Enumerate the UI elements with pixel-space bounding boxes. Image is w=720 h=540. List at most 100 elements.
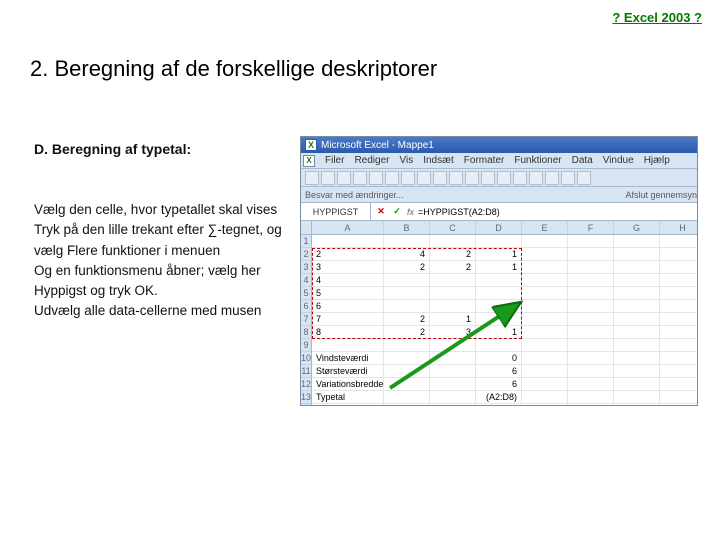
- cancel-formula-icon[interactable]: ✕: [375, 206, 387, 218]
- cell[interactable]: [660, 248, 698, 261]
- row-header[interactable]: 14: [301, 404, 311, 406]
- cell[interactable]: [660, 300, 698, 313]
- cell[interactable]: 2: [430, 248, 476, 261]
- cell[interactable]: [430, 352, 476, 365]
- cell[interactable]: 1: [476, 248, 522, 261]
- cell[interactable]: 2: [384, 326, 430, 339]
- cell[interactable]: [384, 365, 430, 378]
- cell[interactable]: [522, 391, 568, 404]
- cell[interactable]: [476, 313, 522, 326]
- cell[interactable]: [430, 287, 476, 300]
- toolbar-button[interactable]: [401, 171, 415, 185]
- cell[interactable]: [522, 235, 568, 248]
- row-header[interactable]: 4: [301, 274, 311, 287]
- cell[interactable]: [660, 326, 698, 339]
- row-header[interactable]: 2: [301, 248, 311, 261]
- cell[interactable]: [522, 248, 568, 261]
- cell[interactable]: [430, 300, 476, 313]
- cell[interactable]: [522, 313, 568, 326]
- toolbar-button[interactable]: [481, 171, 495, 185]
- cell[interactable]: [568, 287, 614, 300]
- menu-indsaet[interactable]: Indsæt: [423, 155, 454, 166]
- row-header[interactable]: 13: [301, 391, 311, 404]
- row-header[interactable]: 11: [301, 365, 311, 378]
- cell[interactable]: 6: [312, 300, 384, 313]
- cell[interactable]: [430, 365, 476, 378]
- cell[interactable]: [614, 287, 660, 300]
- formula-input[interactable]: =HYPPIGST(A2:D8): [418, 207, 500, 217]
- toolbar-button[interactable]: [385, 171, 399, 185]
- cell[interactable]: [614, 339, 660, 352]
- cell[interactable]: 3: [430, 326, 476, 339]
- cell[interactable]: [430, 274, 476, 287]
- row-header[interactable]: 9: [301, 339, 311, 352]
- cell[interactable]: [522, 274, 568, 287]
- toolbar-button[interactable]: [465, 171, 479, 185]
- excel-2003-link[interactable]: ? Excel 2003 ?: [612, 10, 702, 25]
- cell[interactable]: [476, 287, 522, 300]
- menu-rediger[interactable]: Rediger: [354, 155, 389, 166]
- cell[interactable]: [568, 235, 614, 248]
- cell[interactable]: [568, 365, 614, 378]
- toolbar-button[interactable]: [545, 171, 559, 185]
- cell[interactable]: [568, 300, 614, 313]
- cell[interactable]: [614, 313, 660, 326]
- column-header[interactable]: C: [430, 221, 476, 234]
- cell[interactable]: [522, 404, 568, 406]
- column-header[interactable]: G: [614, 221, 660, 234]
- cell[interactable]: [384, 235, 430, 248]
- cell[interactable]: [660, 365, 698, 378]
- toolbar-button[interactable]: [321, 171, 335, 185]
- cell[interactable]: [614, 352, 660, 365]
- cell[interactable]: [476, 235, 522, 248]
- cell[interactable]: 4: [312, 274, 384, 287]
- cell[interactable]: 3: [312, 261, 384, 274]
- cell[interactable]: [312, 339, 384, 352]
- cell[interactable]: Vindsteværdi: [312, 352, 384, 365]
- cell[interactable]: [568, 261, 614, 274]
- cell[interactable]: [568, 391, 614, 404]
- cell[interactable]: [614, 261, 660, 274]
- cell[interactable]: 5: [312, 287, 384, 300]
- row-header[interactable]: 12: [301, 378, 311, 391]
- cell[interactable]: [384, 404, 430, 406]
- row-header[interactable]: 8: [301, 326, 311, 339]
- cell[interactable]: [660, 274, 698, 287]
- cell[interactable]: [568, 378, 614, 391]
- cell[interactable]: 1: [476, 326, 522, 339]
- menu-filer[interactable]: Filer: [325, 155, 344, 166]
- cell[interactable]: [614, 235, 660, 248]
- select-all-corner[interactable]: [301, 221, 311, 235]
- cell[interactable]: 4: [384, 248, 430, 261]
- cell[interactable]: [522, 378, 568, 391]
- row-header[interactable]: 1: [301, 235, 311, 248]
- toolbar-button[interactable]: [449, 171, 463, 185]
- cell[interactable]: [614, 404, 660, 406]
- cell[interactable]: Størsteværdi: [312, 365, 384, 378]
- menu-data[interactable]: Data: [572, 155, 593, 166]
- cell[interactable]: 1: [430, 313, 476, 326]
- name-box[interactable]: HYPPIGST: [301, 203, 371, 220]
- column-header[interactable]: A: [312, 221, 384, 234]
- toolbar-button[interactable]: [529, 171, 543, 185]
- column-header[interactable]: D: [476, 221, 522, 234]
- menu-funktioner[interactable]: Funktioner: [514, 155, 561, 166]
- cell[interactable]: [476, 404, 522, 406]
- cell[interactable]: 6: [476, 365, 522, 378]
- menu-hjaelp[interactable]: Hjælp: [644, 155, 670, 166]
- toolbar-button[interactable]: [369, 171, 383, 185]
- cell[interactable]: [568, 352, 614, 365]
- cell[interactable]: 6: [476, 378, 522, 391]
- cell[interactable]: [568, 274, 614, 287]
- toolbar-button[interactable]: [513, 171, 527, 185]
- toolbar-button[interactable]: [353, 171, 367, 185]
- cell[interactable]: 2: [430, 261, 476, 274]
- cell[interactable]: [430, 404, 476, 406]
- row-header[interactable]: 6: [301, 300, 311, 313]
- cell[interactable]: Middeltal: [312, 404, 384, 406]
- cell[interactable]: [384, 391, 430, 404]
- cell[interactable]: [430, 235, 476, 248]
- cell[interactable]: [384, 378, 430, 391]
- cell[interactable]: [614, 326, 660, 339]
- fx-icon[interactable]: fx: [407, 207, 414, 217]
